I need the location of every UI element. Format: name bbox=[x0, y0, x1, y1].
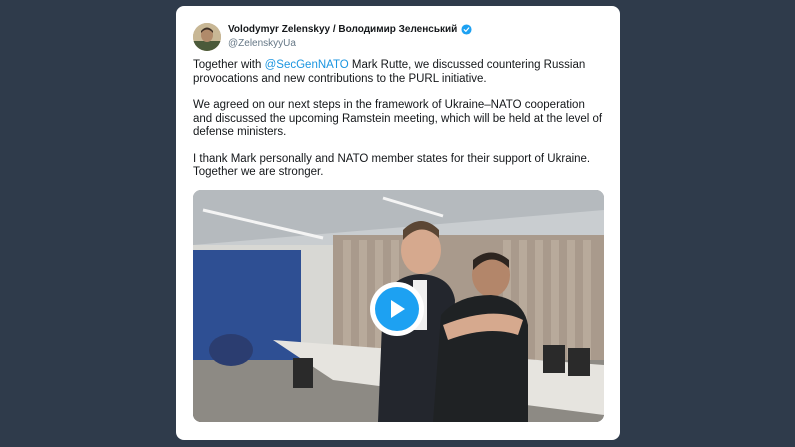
mention-link[interactable]: @SecGenNATO bbox=[265, 59, 349, 71]
play-button-inner bbox=[375, 287, 419, 331]
author-row: Volodymyr Zelenskyy / Володимир Зеленськ… bbox=[228, 24, 472, 35]
paragraph-1-lead: Together with bbox=[193, 59, 265, 71]
paragraph-1: Together with @SecGenNATO Mark Rutte, we… bbox=[193, 59, 605, 86]
verified-badge-icon bbox=[461, 24, 472, 35]
avatar[interactable] bbox=[193, 23, 221, 51]
tweet-text: Together with @SecGenNATO Mark Rutte, we… bbox=[193, 59, 605, 193]
author-name[interactable]: Volodymyr Zelenskyy / Володимир Зеленськ… bbox=[228, 24, 457, 35]
paragraph-3: I thank Mark personally and NATO member … bbox=[193, 152, 591, 179]
author-handle[interactable]: @ZelenskyyUa bbox=[228, 38, 296, 49]
play-button[interactable] bbox=[370, 282, 424, 336]
tweet-card: Volodymyr Zelenskyy / Володимир Зеленськ… bbox=[176, 6, 620, 440]
play-icon bbox=[391, 300, 405, 318]
paragraph-2: We agreed on our next steps in the frame… bbox=[193, 99, 603, 138]
